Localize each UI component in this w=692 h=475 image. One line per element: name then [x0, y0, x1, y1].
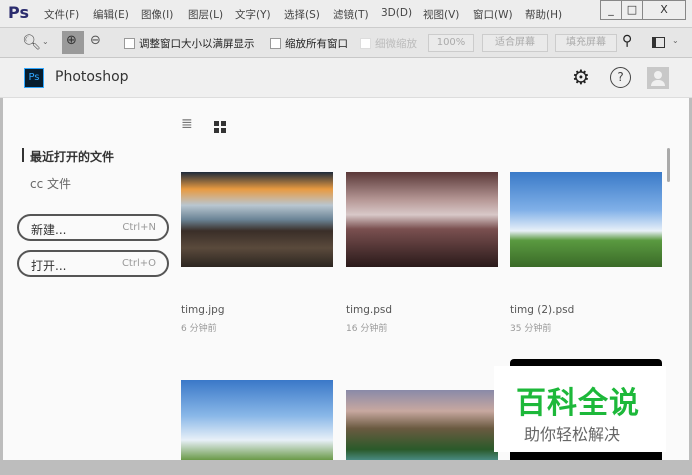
new-shortcut: Ctrl+N [122, 222, 156, 233]
cc-files-tab[interactable]: cc 文件 [30, 175, 71, 192]
menu-select[interactable]: 选择(S) [284, 7, 320, 22]
chevron-down-icon[interactable]: ⌄ [672, 36, 679, 45]
new-label: 新建... [31, 223, 67, 237]
zoom-tool-icon[interactable]: 🔍︎ [22, 33, 41, 51]
menu-help[interactable]: 帮助(H) [525, 7, 562, 22]
workspace-icon[interactable] [652, 37, 665, 48]
scrubby-checkbox[interactable] [360, 38, 371, 49]
file-thumbnail[interactable] [181, 380, 333, 460]
file-time: 35 分钟前 [510, 324, 552, 334]
list-view-icon[interactable]: ≣ [181, 117, 193, 131]
file-name[interactable]: timg.psd [346, 304, 392, 316]
file-thumbnail[interactable] [346, 390, 498, 460]
open-label: 打开... [31, 259, 67, 273]
menu-bar: Ps 文件(F) 编辑(E) 图像(I) 图层(L) 文字(Y) 选择(S) 滤… [0, 0, 692, 28]
menu-type[interactable]: 文字(Y) [235, 7, 271, 22]
file-time: 6 分钟前 [181, 324, 217, 334]
file-thumbnail[interactable] [346, 172, 498, 267]
gear-icon[interactable]: ⚙ [572, 65, 590, 89]
grid-view-icon[interactable] [214, 121, 227, 134]
avatar[interactable] [647, 67, 669, 89]
zoom-all-checkbox[interactable] [270, 38, 281, 49]
watermark-title: 百科全说 [516, 386, 640, 421]
menu-file[interactable]: 文件(F) [44, 7, 79, 22]
open-shortcut: Ctrl+O [121, 258, 156, 269]
resize-windows-label: 调整窗口大小以满屏显示 [139, 38, 255, 50]
menu-image[interactable]: 图像(I) [141, 7, 173, 22]
resize-windows-checkbox[interactable] [124, 38, 135, 49]
file-name[interactable]: timg.jpg [181, 304, 225, 316]
watermark: 百科全说 助你轻松解决 [494, 366, 666, 452]
recent-files-tab[interactable]: 最近打开的文件 [30, 148, 114, 165]
scrollbar-thumb[interactable] [667, 148, 670, 182]
zoom-all-label: 缩放所有窗口 [285, 38, 348, 50]
options-bar: 🔍︎ ⌄ ⊕ ⊖ 调整窗口大小以满屏显示 缩放所有窗口 细微缩放 100% 适合… [0, 28, 692, 58]
menu-edit[interactable]: 编辑(E) [93, 7, 129, 22]
chevron-down-icon[interactable]: ⌄ [42, 37, 49, 46]
file-name[interactable]: timg (2).psd [510, 304, 574, 316]
new-button[interactable]: 新建... Ctrl+N [17, 214, 169, 241]
fit-screen-button[interactable]: 适合屏幕 [482, 34, 548, 52]
file-time: 16 分钟前 [346, 324, 388, 334]
help-icon[interactable]: ? [610, 67, 631, 88]
scrubby-label: 细微缩放 [375, 38, 417, 50]
close-button[interactable]: X [642, 0, 686, 20]
zoom-out-icon[interactable]: ⊖ [90, 33, 101, 48]
zoom-in-button[interactable]: ⊕ [62, 31, 84, 54]
photoshop-logo: Ps [24, 68, 44, 88]
fill-screen-button[interactable]: 填充屏幕 [555, 34, 617, 52]
menu-layer[interactable]: 图层(L) [188, 7, 223, 22]
menu-view[interactable]: 视图(V) [423, 7, 459, 22]
app-logo: Ps [8, 3, 29, 22]
menu-3d[interactable]: 3D(D) [381, 7, 412, 19]
file-thumbnail[interactable] [510, 172, 662, 267]
maximize-button[interactable]: □ [621, 0, 643, 20]
menu-filter[interactable]: 滤镜(T) [333, 7, 369, 22]
start-header: Ps Photoshop ⚙ ? [0, 58, 692, 98]
search-icon[interactable]: ⚲ [622, 33, 632, 49]
zoom-in-icon: ⊕ [66, 33, 77, 48]
app-title: Photoshop [55, 69, 129, 85]
zoom-100-button[interactable]: 100% [428, 34, 474, 52]
menu-window[interactable]: 窗口(W) [473, 7, 513, 22]
open-button[interactable]: 打开... Ctrl+O [17, 250, 169, 277]
file-thumbnail[interactable] [181, 172, 333, 267]
minimize-button[interactable]: _ [600, 0, 622, 20]
watermark-subtitle: 助你轻松解决 [524, 425, 621, 444]
